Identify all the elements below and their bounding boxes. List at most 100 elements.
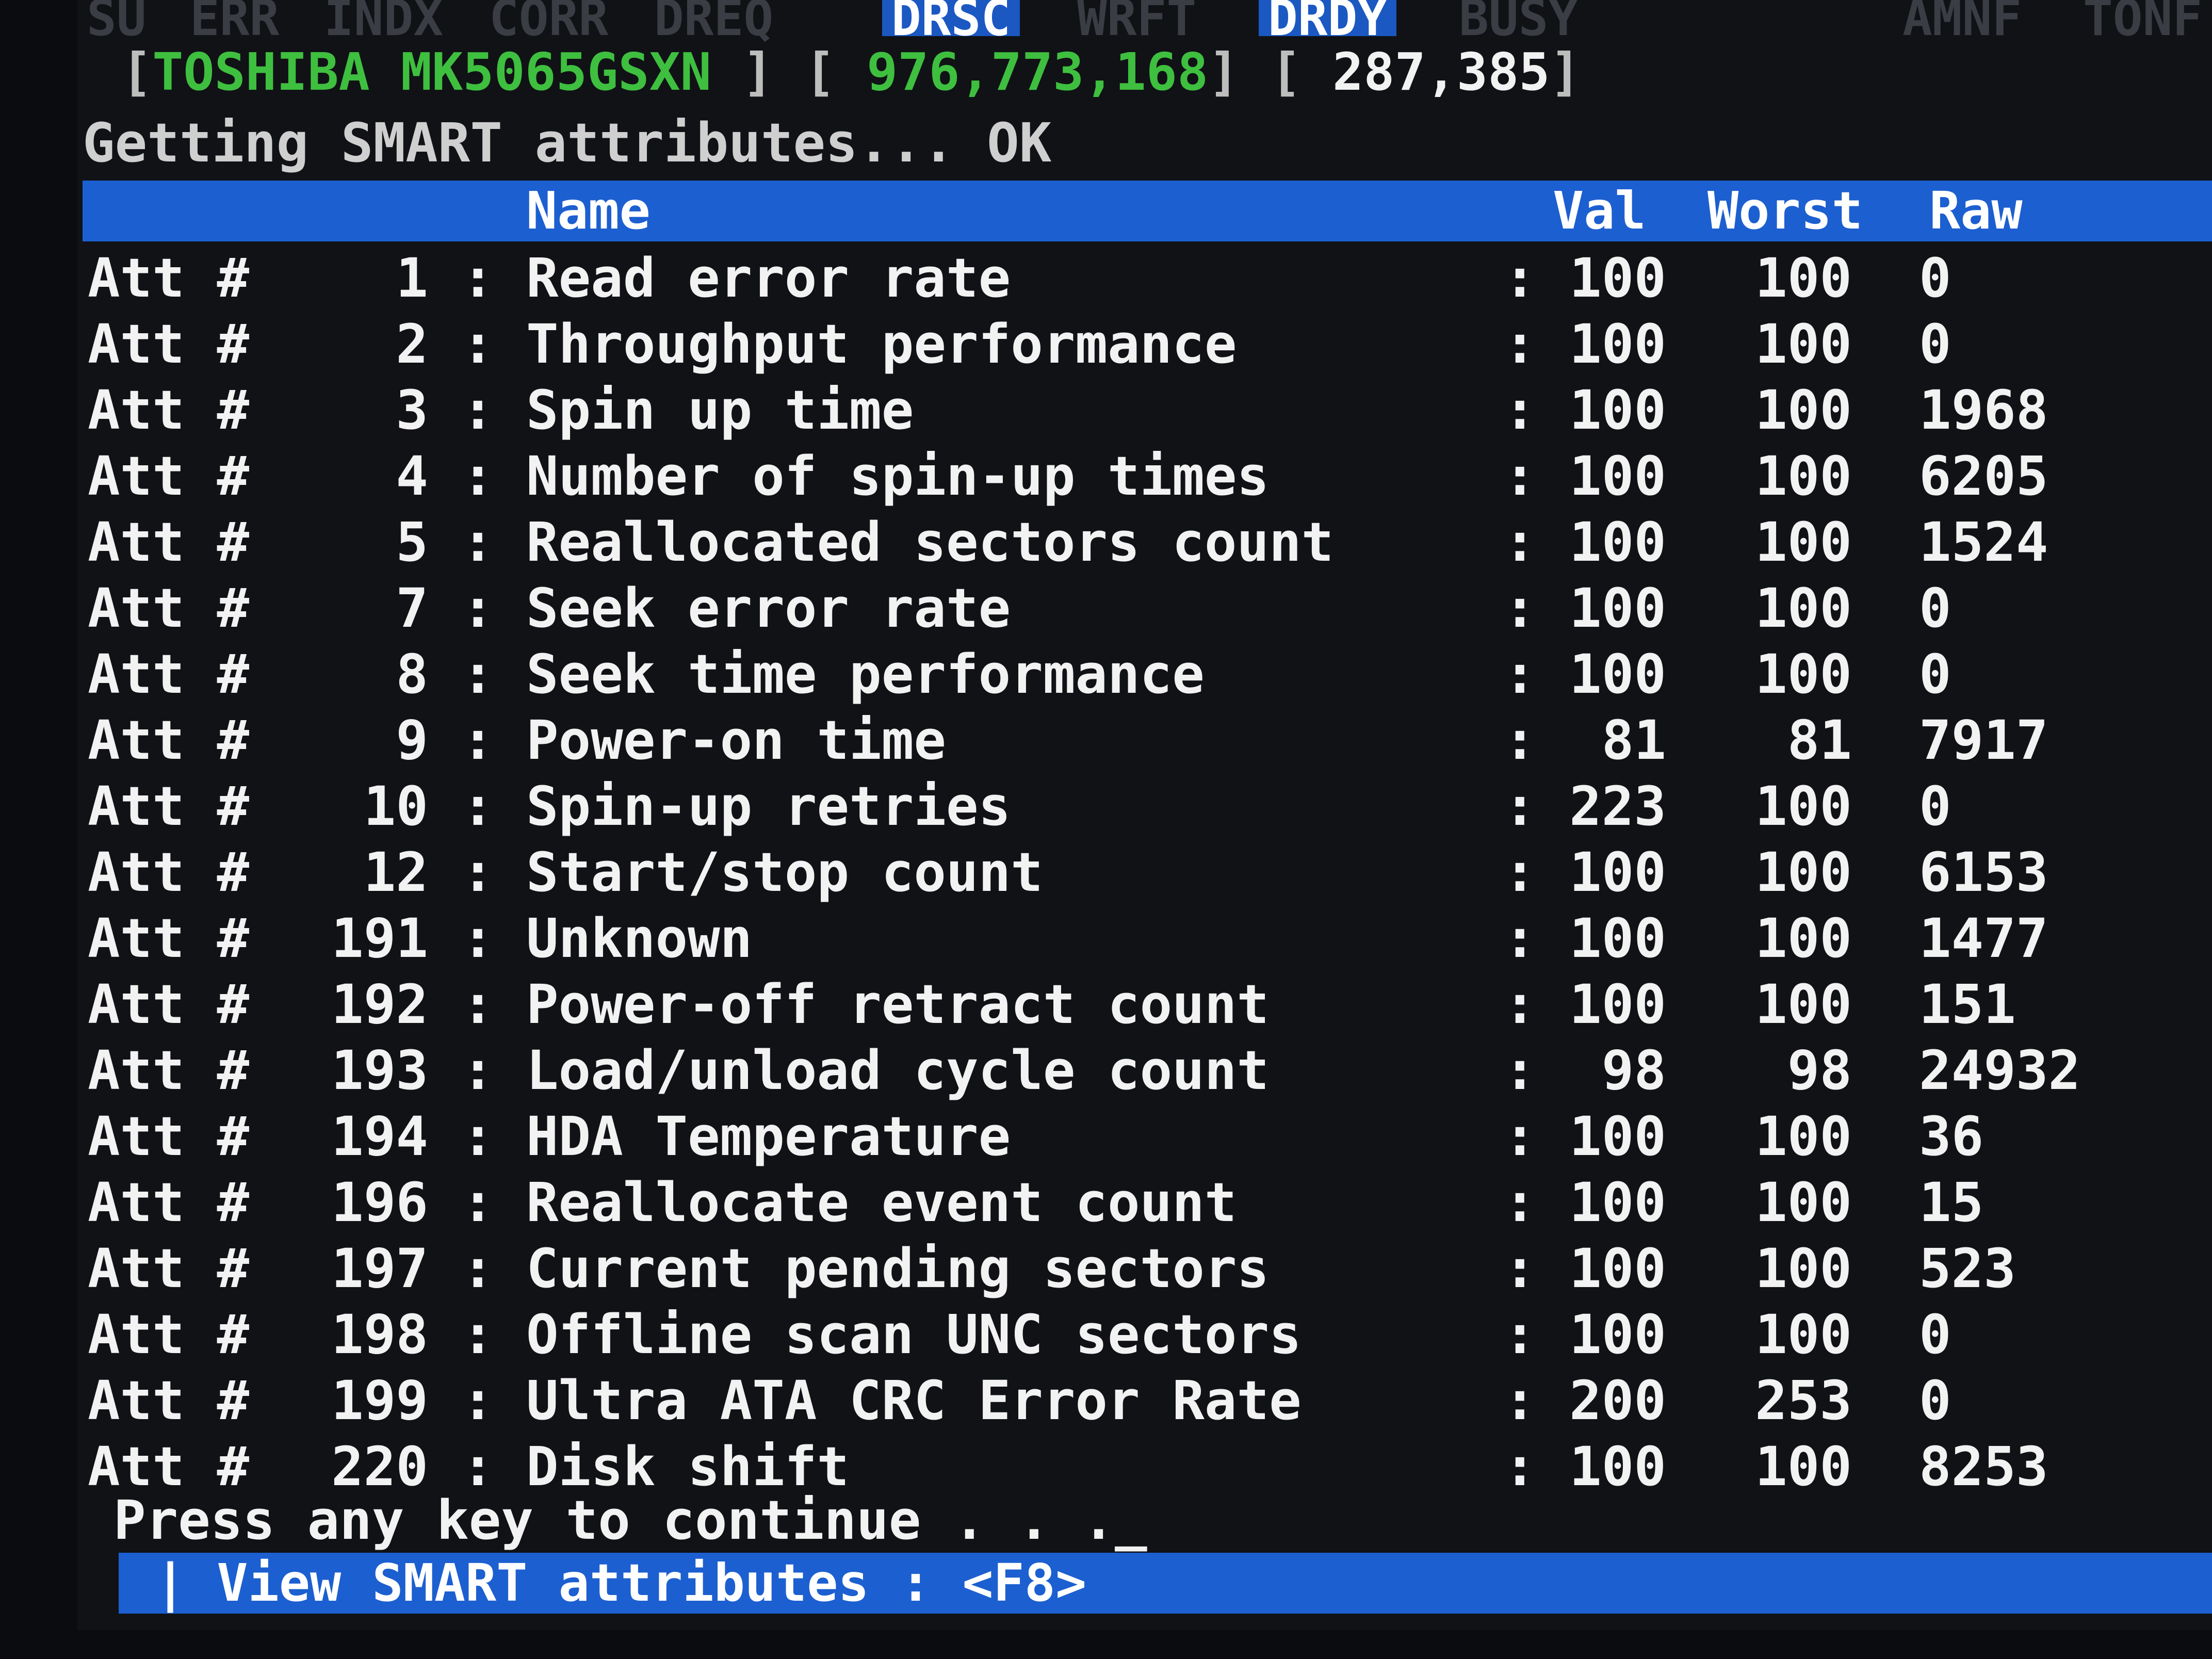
- attribute-name: Throughput performance: [526, 313, 1237, 376]
- attribute-worst: 100: [1755, 841, 1852, 904]
- attribute-number: 191: [331, 907, 428, 970]
- attribute-worst: 100: [1755, 379, 1852, 442]
- attribute-name: Power-on time: [526, 709, 946, 772]
- attribute-raw: 0: [1919, 1303, 1951, 1366]
- attribute-worst: 100: [1755, 907, 1852, 970]
- row-prefix: Att #: [88, 577, 250, 640]
- attribute-raw: 1968: [1919, 379, 2048, 442]
- separator-colon: :: [462, 1237, 494, 1300]
- flag-busy: BUSY: [1459, 0, 1579, 47]
- attribute-name: Reallocated sectors count: [526, 511, 1334, 574]
- row-prefix: Att #: [88, 973, 250, 1036]
- attribute-number: 1: [396, 247, 428, 310]
- attribute-worst: 100: [1755, 445, 1852, 508]
- attribute-value: 100: [1569, 511, 1666, 574]
- flag-su: SU: [87, 0, 147, 47]
- attribute-name: Load/unload cycle count: [526, 1039, 1270, 1102]
- attribute-worst: 100: [1755, 1105, 1852, 1168]
- status-flags-bar: SU ERR INDX CORR DREQ DRSC WRFT DRDY BUS…: [77, 0, 2212, 47]
- table-row: Att #10: Spin-up retries:223 100 0: [83, 773, 2212, 839]
- table-row: Att #198: Offline scan UNC sectors:100 100…: [83, 1302, 2212, 1368]
- row-prefix: Att #: [88, 379, 250, 442]
- attribute-raw: 36: [1919, 1105, 1984, 1168]
- attribute-value: 100: [1569, 1303, 1666, 1366]
- row-prefix: Att #: [88, 907, 250, 970]
- attribute-name: Read error rate: [526, 247, 1011, 310]
- attribute-number: 9: [396, 709, 428, 772]
- table-row: Att #3: Spin up time:100 100 1968: [83, 377, 2212, 443]
- row-prefix: Att #: [88, 1303, 250, 1366]
- attribute-number: 194: [331, 1105, 428, 1168]
- flag-tonf: TONF: [2083, 0, 2203, 47]
- attribute-name: Number of spin-up times: [526, 445, 1270, 508]
- separator-colon: :: [462, 1105, 494, 1168]
- table-row: Att #4: Number of spin-up times:100 100 620…: [83, 443, 2212, 509]
- separator-colon: :: [462, 313, 494, 376]
- bracket-close: ] [: [711, 42, 867, 102]
- attribute-worst: 100: [1755, 1237, 1852, 1300]
- attribute-name: HDA Temperature: [526, 1105, 1011, 1168]
- attribute-name: Current pending sectors: [526, 1237, 1270, 1300]
- attribute-number: 197: [331, 1237, 428, 1300]
- row-prefix: Att #: [88, 445, 250, 508]
- flag-wrft: WRFT: [1077, 0, 1197, 47]
- attribute-name: Spin up time: [526, 379, 914, 442]
- table-row: Att #191: Unknown:100 100 1477: [83, 905, 2212, 971]
- row-prefix: Att #: [88, 643, 250, 706]
- attribute-worst: 253: [1755, 1369, 1852, 1432]
- flag-err: ERR: [190, 0, 280, 47]
- row-prefix: Att #: [88, 1039, 250, 1102]
- attribute-number: 2: [396, 313, 428, 376]
- attribute-number: 193: [331, 1039, 428, 1102]
- table-row: Att #193: Load/unload cycle count:98 98 249…: [83, 1037, 2212, 1103]
- table-row: Att #196: Reallocate event count:100 100 15: [83, 1169, 2212, 1235]
- attribute-number: 192: [331, 973, 428, 1036]
- separator-colon: :: [462, 709, 494, 772]
- bracket-mid: ] [: [1208, 42, 1333, 102]
- flag-dreq: DREQ: [654, 0, 774, 47]
- table-row: Att #2: Throughput performance:100 100 0: [83, 311, 2212, 377]
- separator-colon: :: [462, 1039, 494, 1102]
- separator-colon: :: [462, 841, 494, 904]
- table-row: Att #7: Seek error rate:100 100 0: [83, 575, 2212, 641]
- attribute-name: Ultra ATA CRC Error Rate: [526, 1369, 1302, 1432]
- attribute-value: 100: [1569, 841, 1666, 904]
- drive-size: 287,385: [1332, 42, 1550, 102]
- attribute-number: 5: [396, 511, 428, 574]
- terminal-screen: SU ERR INDX CORR DREQ DRSC WRFT DRDY BUS…: [77, 0, 2212, 1630]
- flag-amnf: AMNF: [1902, 0, 2022, 47]
- table-row: Att #8: Seek time performance:100 100 0: [83, 641, 2212, 707]
- attribute-value: 100: [1569, 1171, 1666, 1234]
- attribute-value: 100: [1569, 1237, 1666, 1300]
- attribute-name: Start/stop count: [526, 841, 1043, 904]
- row-prefix: Att #: [88, 313, 250, 376]
- attribute-number: 7: [396, 577, 428, 640]
- attribute-name: Unknown: [526, 907, 753, 970]
- separator-colon: :: [462, 379, 494, 442]
- table-row: Att #192: Power-off retract count:100 100 1…: [83, 971, 2212, 1037]
- header-val: Val: [1553, 181, 1646, 241]
- attribute-raw: 523: [1919, 1237, 2016, 1300]
- attribute-raw: 6205: [1919, 445, 2048, 508]
- table-row: Att #9: Power-on time:81 81 7917: [83, 707, 2212, 773]
- attribute-worst: 100: [1755, 1435, 1852, 1498]
- attribute-name: Power-off retract count: [526, 973, 1270, 1036]
- flag-drsc: DRSC: [882, 0, 1020, 43]
- attribute-value: 100: [1569, 973, 1666, 1036]
- attribute-value: 100: [1569, 643, 1666, 706]
- attribute-value: 200: [1569, 1369, 1666, 1432]
- attribute-value: 100: [1569, 1105, 1666, 1168]
- separator-colon: :: [462, 511, 494, 574]
- flag-corr: CORR: [489, 0, 609, 47]
- attribute-value: 81: [1601, 709, 1666, 772]
- attribute-name: Spin-up retries: [526, 775, 1011, 838]
- separator-colon: :: [462, 643, 494, 706]
- attribute-number: 198: [331, 1303, 428, 1366]
- attribute-raw: 8253: [1919, 1435, 2048, 1498]
- attribute-value: 100: [1569, 577, 1666, 640]
- separator-colon: :: [462, 247, 494, 310]
- attribute-raw: 0: [1919, 643, 1951, 706]
- attribute-value: 100: [1569, 247, 1666, 310]
- attribute-number: 199: [331, 1369, 428, 1432]
- attribute-number: 3: [396, 379, 428, 442]
